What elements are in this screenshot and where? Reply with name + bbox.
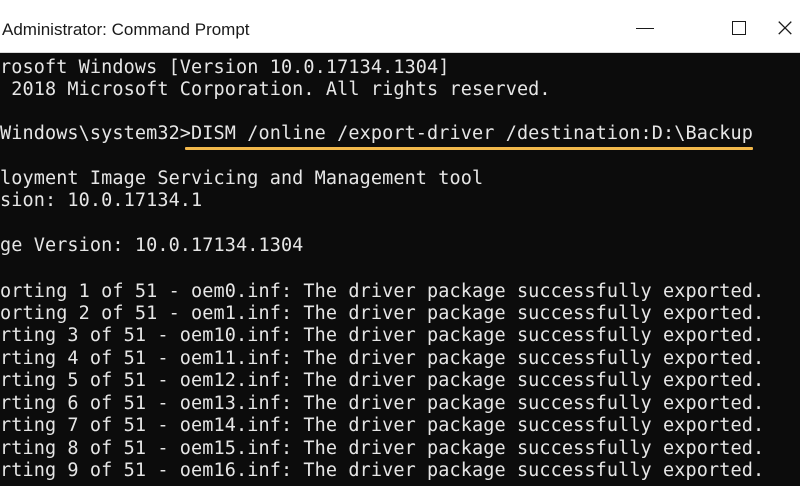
command-prompt-window: Administrator: Command Prompt × rosoft W… bbox=[0, 0, 800, 500]
console-output[interactable]: rosoft Windows [Version 10.0.17134.1304]… bbox=[0, 53, 800, 500]
close-icon: × bbox=[774, 13, 796, 43]
minimize-icon bbox=[636, 27, 654, 29]
console-line: loyment Image Servicing and Management t… bbox=[0, 168, 484, 189]
console-line: rosoft Windows [Version 10.0.17134.1304] bbox=[0, 57, 450, 78]
command-highlight-underline bbox=[185, 147, 753, 150]
console-line: rting 8 of 51 - oem15.inf: The driver pa… bbox=[0, 438, 765, 459]
console-line: ge Version: 10.0.17134.1304 bbox=[0, 235, 304, 256]
console-line: rting 6 of 51 - oem13.inf: The driver pa… bbox=[0, 393, 765, 414]
console-line: sion: 10.0.17134.1 bbox=[0, 190, 203, 211]
maximize-icon bbox=[732, 21, 746, 35]
window-bottom-edge bbox=[0, 486, 800, 500]
console-line: Windows\system32>DISM /online /export-dr… bbox=[0, 123, 753, 144]
console-line: rting 4 of 51 - oem11.inf: The driver pa… bbox=[0, 348, 765, 369]
close-button[interactable]: × bbox=[770, 8, 800, 48]
console-line: orting 2 of 51 - oem1.inf: The driver pa… bbox=[0, 303, 765, 324]
console-line: rting 7 of 51 - oem14.inf: The driver pa… bbox=[0, 415, 765, 436]
window-title: Administrator: Command Prompt bbox=[2, 20, 250, 39]
console-line: orting 1 of 51 - oem0.inf: The driver pa… bbox=[0, 281, 765, 302]
console-line: rting 3 of 51 - oem10.inf: The driver pa… bbox=[0, 325, 765, 346]
minimize-button[interactable] bbox=[622, 8, 668, 48]
maximize-button[interactable] bbox=[716, 8, 762, 48]
console-line: rting 5 of 51 - oem12.inf: The driver pa… bbox=[0, 370, 765, 391]
console-line: 2018 Microsoft Corporation. All rights r… bbox=[0, 79, 551, 100]
console-line: rting 9 of 51 - oem16.inf: The driver pa… bbox=[0, 460, 765, 481]
title-bar[interactable]: Administrator: Command Prompt × bbox=[0, 0, 800, 53]
